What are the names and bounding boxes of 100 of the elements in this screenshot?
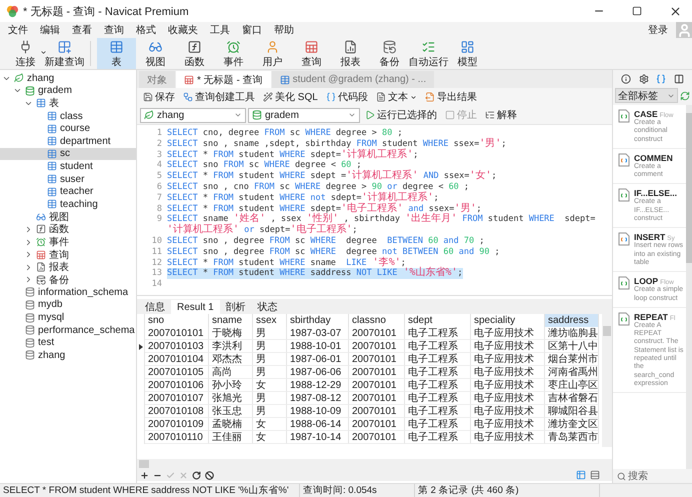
backup-icon (381, 40, 398, 54)
document-tab[interactable]: * 无标题 - 查询 (176, 71, 271, 88)
tree-item[interactable]: mysql (0, 311, 136, 324)
tree-item[interactable]: teaching (0, 198, 136, 211)
result-tab[interactable]: 剖析 (220, 300, 252, 314)
backup-icon (36, 274, 46, 285)
scrollbar[interactable] (602, 314, 612, 447)
scrollbar[interactable] (137, 459, 612, 469)
braces-icon[interactable] (656, 74, 666, 84)
tree-item[interactable]: 表 (0, 97, 136, 110)
tree-item[interactable]: test (0, 336, 136, 350)
maximize-icon (632, 6, 642, 16)
tree-item[interactable]: 函数 (0, 223, 136, 236)
menu-item[interactable]: 文件 (4, 23, 36, 37)
toolbar-button[interactable]: 文本 (372, 89, 420, 105)
tree-item[interactable]: course (0, 122, 136, 135)
column-header[interactable]: sno (145, 314, 209, 327)
menu-item[interactable]: 帮助 (270, 23, 302, 37)
toolbar-button[interactable]: 查询创建工具 (180, 89, 258, 105)
tree-item[interactable]: mydb (0, 298, 136, 312)
tree-item[interactable]: 备份 (0, 274, 136, 286)
toolbar-button[interactable]: 视图 (136, 38, 175, 69)
table-cell: 男 (253, 327, 287, 340)
toolbar-button[interactable]: 新建查询 (45, 38, 84, 69)
form-view-icon[interactable] (590, 470, 600, 480)
column-header[interactable]: saddress (545, 314, 599, 327)
function-icon (186, 40, 203, 54)
document-tab[interactable]: 对象 (139, 71, 175, 88)
column-header[interactable]: speciality (471, 314, 545, 327)
tree-item[interactable]: student (0, 160, 136, 173)
toolbar-button[interactable]: 运行已选择的 (362, 107, 440, 123)
column-header[interactable]: ssex (253, 314, 287, 327)
leaf-icon (14, 73, 24, 84)
result-tab[interactable]: 信息 (139, 300, 171, 314)
tree-item[interactable]: teacher (0, 185, 136, 198)
info-icon[interactable] (620, 74, 631, 84)
plus-icon[interactable] (140, 470, 149, 480)
toolbar-button[interactable]: 美化 SQL (260, 89, 321, 105)
tree-item[interactable]: class (0, 110, 136, 122)
login-link[interactable]: 登录 (644, 23, 676, 37)
toolbar-button[interactable]: 连接 (6, 38, 45, 69)
table-cell: 20070101 (349, 366, 405, 379)
table-cell: 20070101 (349, 405, 405, 418)
search-field[interactable]: 搜索 (613, 469, 692, 483)
connection-select[interactable]: zhang (140, 108, 246, 122)
stop-icon[interactable] (205, 470, 214, 480)
status-text: SELECT * FROM student WHERE saddress NOT LIKE '%山东省%' (0, 484, 300, 497)
tree-item[interactable]: 报表 (0, 260, 136, 274)
scrollbar[interactable] (686, 105, 692, 469)
table-cell: 聊城阳谷县 (545, 405, 599, 418)
toolbar-button[interactable]: 备份 (370, 38, 409, 69)
settings-icon[interactable] (638, 74, 649, 84)
toolbar-button[interactable]: 表 (97, 38, 136, 69)
tree-item[interactable]: 事件 (0, 236, 136, 248)
row-marker (138, 344, 142, 350)
columns-icon[interactable] (674, 74, 684, 84)
refresh-icon[interactable] (192, 470, 201, 480)
database-select[interactable]: gradem (248, 108, 360, 122)
toolbar-button[interactable]: 报表 (331, 38, 370, 69)
tree-item[interactable]: gradem (0, 84, 136, 98)
grid-view-icon[interactable] (576, 470, 586, 480)
line-number: 8 (156, 204, 163, 214)
toolbar-button[interactable]: 导出结果 (422, 89, 480, 105)
menu-item[interactable]: 编辑 (36, 23, 68, 37)
toolbar-button[interactable]: 查询 (292, 38, 331, 69)
table-cell: 区第十八中 (545, 340, 599, 353)
table-cell: 王佳丽 (209, 431, 253, 444)
tree-item[interactable]: department (0, 134, 136, 148)
column-header[interactable]: sbirthday (287, 314, 349, 327)
tree-item[interactable]: zhang (0, 72, 136, 85)
tree-item[interactable]: sc (0, 148, 136, 160)
menu-item[interactable]: 查询 (100, 23, 132, 37)
menu-item[interactable]: 查看 (68, 23, 100, 37)
column-header[interactable]: sname (209, 314, 253, 327)
toolbar-button[interactable]: 解释 (482, 107, 520, 123)
toolbar-button[interactable]: 保存 (140, 89, 178, 105)
tree-item[interactable]: information_schema (0, 286, 136, 299)
menu-item[interactable]: 收藏夹 (164, 23, 206, 37)
menu-item[interactable]: 工具 (206, 23, 238, 37)
column-header[interactable]: sdept (405, 314, 471, 327)
menu-item[interactable]: 格式 (132, 23, 164, 37)
result-tab[interactable]: 状态 (252, 300, 284, 314)
menu-item[interactable]: 窗口 (238, 23, 270, 37)
toolbar-button[interactable]: 事件 (214, 38, 253, 69)
tree-item[interactable]: 视图 (0, 210, 136, 224)
table-cell: 电子工程系 (405, 431, 471, 444)
column-header[interactable]: classno (349, 314, 405, 327)
toolbar-button[interactable]: 代码段 (322, 89, 371, 105)
tree-item[interactable]: suser (0, 172, 136, 186)
toolbar-button[interactable]: 自动运行 (409, 38, 448, 69)
toolbar-button[interactable]: 用户 (253, 38, 292, 69)
tree-item[interactable]: zhang (0, 349, 136, 362)
tree-item[interactable]: 查询 (0, 248, 136, 261)
tag-filter-select[interactable]: 全部标签 (615, 88, 678, 103)
tree-item[interactable]: performance_schema (0, 324, 136, 336)
toolbar-button[interactable]: 模型 (448, 38, 487, 69)
result-tab[interactable]: Result 1 (171, 300, 220, 314)
table-cell: 2007010101 (145, 327, 209, 340)
line-number: 3 (156, 150, 163, 160)
toolbar-button[interactable]: 函数 (175, 38, 214, 69)
